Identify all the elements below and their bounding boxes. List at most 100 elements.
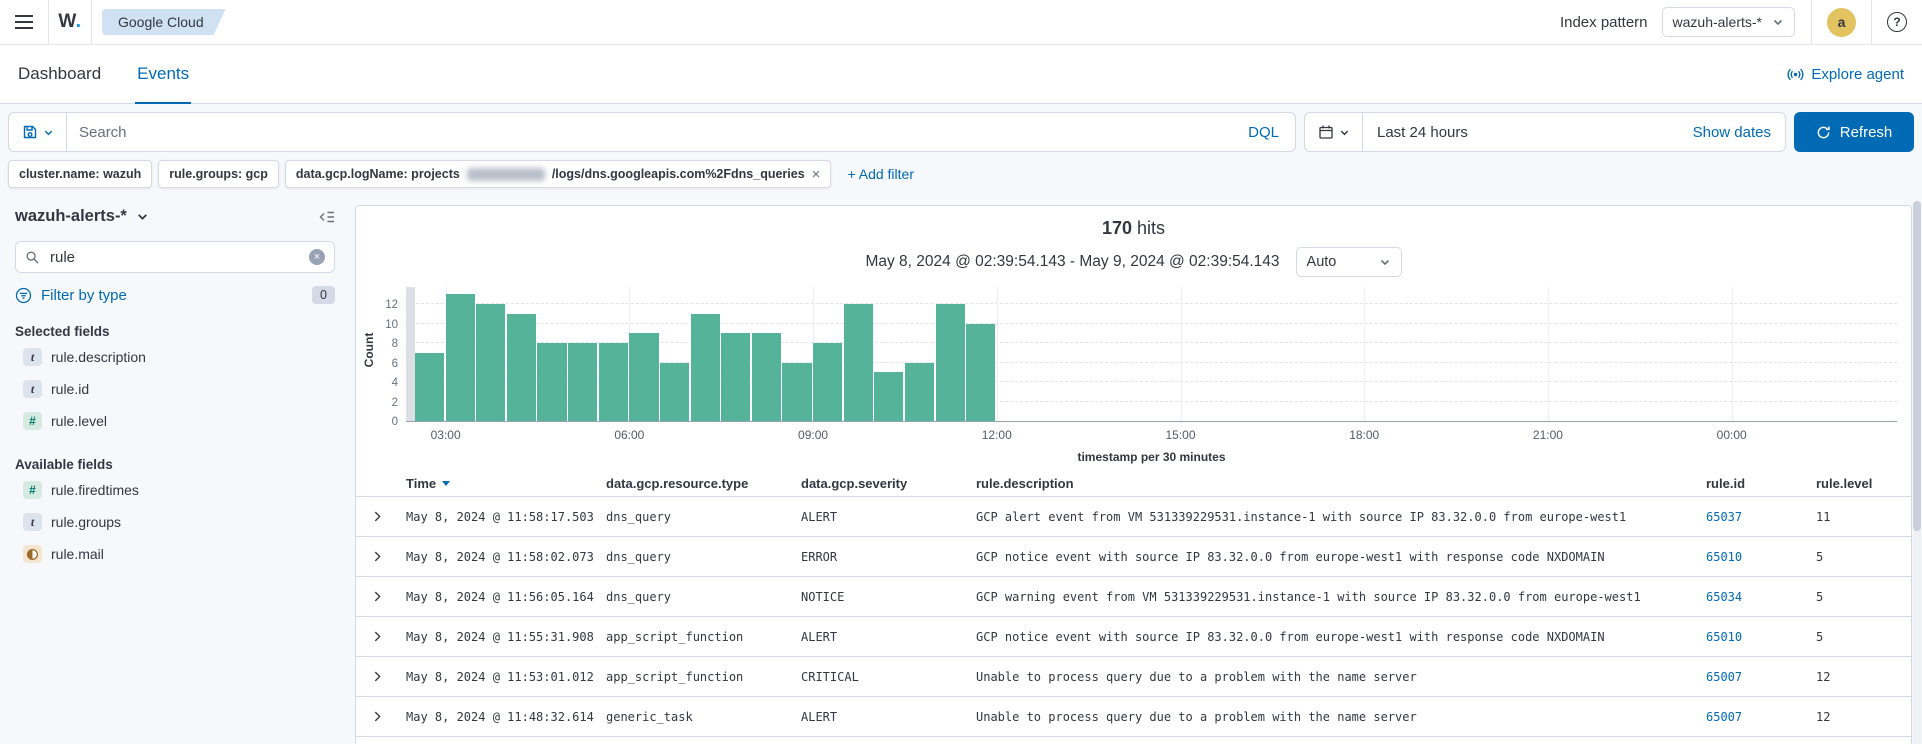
rule-id-link[interactable]: 65010 — [1706, 630, 1742, 644]
interval-select[interactable]: Auto — [1296, 247, 1402, 277]
column-header-rule-id[interactable]: rule.id — [1706, 476, 1816, 491]
field-item-rule-firedtimes[interactable]: #rule.firedtimes — [15, 474, 335, 506]
column-header-rule-level[interactable]: rule.level — [1816, 476, 1911, 491]
histogram-bar[interactable] — [905, 363, 934, 422]
saved-queries-button[interactable] — [9, 113, 67, 151]
search-input[interactable] — [67, 124, 1232, 141]
refresh-button[interactable]: Refresh — [1794, 112, 1914, 152]
histogram-bar[interactable] — [874, 372, 903, 421]
table-row: May 8, 2024 @ 11:58:17.503dns_queryALERT… — [356, 497, 1911, 537]
field-item-rule-mail[interactable]: rule.mail — [15, 538, 335, 570]
expand-row-button[interactable] — [356, 631, 406, 642]
rule-id-link[interactable]: 65010 — [1706, 550, 1742, 564]
histogram-bar[interactable] — [599, 343, 628, 421]
field-item-rule-id[interactable]: trule.id — [15, 373, 335, 405]
x-axis-label: timestamp per 30 minutes — [1077, 450, 1225, 464]
expand-row-button[interactable] — [356, 551, 406, 562]
tab-events[interactable]: Events — [137, 45, 189, 103]
histogram-bar[interactable] — [691, 314, 720, 421]
remove-filter-icon[interactable]: × — [812, 166, 821, 183]
histogram-bar[interactable] — [813, 343, 842, 421]
rule-id-link[interactable]: 65007 — [1706, 710, 1742, 724]
cell-resource-type: dns_query — [606, 510, 801, 524]
rule-id-link[interactable]: 65037 — [1706, 510, 1742, 524]
cell-rule-id: 65010 — [1706, 630, 1816, 644]
field-search-input[interactable] — [48, 248, 301, 267]
table-row: May 8, 2024 @ 11:56:05.164dns_queryNOTIC… — [356, 577, 1911, 617]
field-name: rule.description — [51, 349, 146, 365]
column-title: data.gcp.resource.type — [606, 476, 748, 491]
filter-pill-logname[interactable]: data.gcp.logName: projects/logs/dns.goog… — [285, 160, 832, 188]
wazuh-logo[interactable]: W. — [49, 11, 91, 33]
x-gridline — [1181, 287, 1182, 421]
help-icon[interactable]: ? — [1887, 12, 1907, 32]
cell-rule-description: GCP notice event with source IP 83.32.0.… — [976, 550, 1706, 564]
date-picker: Last 24 hours Show dates — [1304, 112, 1786, 152]
field-item-rule-groups[interactable]: trule.groups — [15, 506, 335, 538]
cell-rule-level: 12 — [1816, 670, 1911, 684]
filter-pill[interactable]: rule.groups: gcp — [158, 160, 279, 188]
field-item-rule-level[interactable]: #rule.level — [15, 405, 335, 437]
show-dates-button[interactable]: Show dates — [1693, 124, 1771, 141]
histogram-bar[interactable] — [752, 333, 781, 421]
expand-row-button[interactable] — [356, 671, 406, 682]
histogram-bar[interactable] — [568, 343, 597, 421]
x-tick-label: 21:00 — [1533, 428, 1563, 442]
breadcrumb-google-cloud[interactable]: Google Cloud — [102, 9, 226, 35]
chevron-down-icon — [1379, 256, 1391, 268]
expand-row-button[interactable] — [356, 591, 406, 602]
histogram-bar[interactable] — [966, 324, 995, 422]
tab-dashboard[interactable]: Dashboard — [18, 45, 101, 103]
histogram-bar[interactable] — [782, 363, 811, 422]
histogram-bar[interactable] — [660, 363, 689, 422]
histogram-bar[interactable] — [537, 343, 566, 421]
explore-agent-link[interactable]: Explore agent — [1787, 66, 1904, 83]
column-header-time[interactable]: Time — [406, 476, 606, 491]
expand-row-button[interactable] — [356, 711, 406, 722]
filter-count-badge: 0 — [312, 286, 335, 304]
histogram-bar[interactable] — [415, 353, 444, 421]
index-pattern-select[interactable]: wazuh-alerts-* — [1662, 7, 1795, 37]
column-header-severity[interactable]: data.gcp.severity — [801, 476, 976, 491]
string-field-icon: t — [23, 380, 42, 398]
histogram-bar[interactable] — [844, 304, 873, 421]
filter-by-type-button[interactable]: Filter by type — [15, 287, 127, 304]
field-name: rule.mail — [51, 546, 104, 562]
time-range-value[interactable]: Last 24 hours — [1377, 124, 1468, 141]
query-language-button[interactable]: DQL — [1232, 124, 1295, 141]
cell-resource-type: dns_query — [606, 550, 801, 564]
x-gridline — [1732, 287, 1733, 421]
add-filter-button[interactable]: + Add filter — [847, 166, 914, 182]
menu-button[interactable] — [0, 14, 48, 30]
cell-rule-id: 65037 — [1706, 510, 1816, 524]
filter-bar: cluster.name: wazuhrule.groups: gcpdata.… — [0, 160, 1922, 197]
column-header-rule-description[interactable]: rule.description — [976, 476, 1706, 491]
histogram-bar[interactable] — [507, 314, 536, 421]
table-row: May 8, 2024 @ 11:58:02.073dns_queryERROR… — [356, 537, 1911, 577]
rule-id-link[interactable]: 65007 — [1706, 670, 1742, 684]
scrollbar-thumb[interactable] — [1913, 201, 1921, 531]
histogram-bar[interactable] — [476, 304, 505, 421]
histogram-bar[interactable] — [721, 333, 750, 421]
calendar-button[interactable] — [1305, 113, 1363, 151]
collapse-sidebar-button[interactable] — [319, 209, 335, 225]
rule-id-link[interactable]: 65034 — [1706, 590, 1742, 604]
clear-search-icon[interactable]: × — [309, 249, 325, 265]
sidebar-index-pattern[interactable]: wazuh-alerts-* — [15, 207, 149, 226]
field-item-rule-description[interactable]: trule.description — [15, 341, 335, 373]
date-range: May 8, 2024 @ 02:39:54.143 - May 9, 2024… — [865, 253, 1279, 271]
x-tick-label: 06:00 — [614, 428, 644, 442]
histogram-bar[interactable] — [446, 294, 475, 421]
column-header-resource-type[interactable]: data.gcp.resource.type — [606, 476, 801, 491]
histogram-bar[interactable] — [629, 333, 658, 421]
expand-row-button[interactable] — [356, 511, 406, 522]
chevron-down-icon — [136, 210, 149, 223]
histogram-bar[interactable] — [936, 304, 965, 421]
cell-time: May 8, 2024 @ 11:58:17.503 — [406, 510, 606, 524]
collapse-sidebar-icon — [319, 209, 335, 225]
cell-time: May 8, 2024 @ 11:53:01.012 — [406, 670, 606, 684]
avatar[interactable]: a — [1827, 8, 1856, 37]
cell-rule-id: 65007 — [1706, 670, 1816, 684]
cell-severity: ALERT — [801, 710, 976, 724]
filter-pill[interactable]: cluster.name: wazuh — [8, 160, 152, 188]
